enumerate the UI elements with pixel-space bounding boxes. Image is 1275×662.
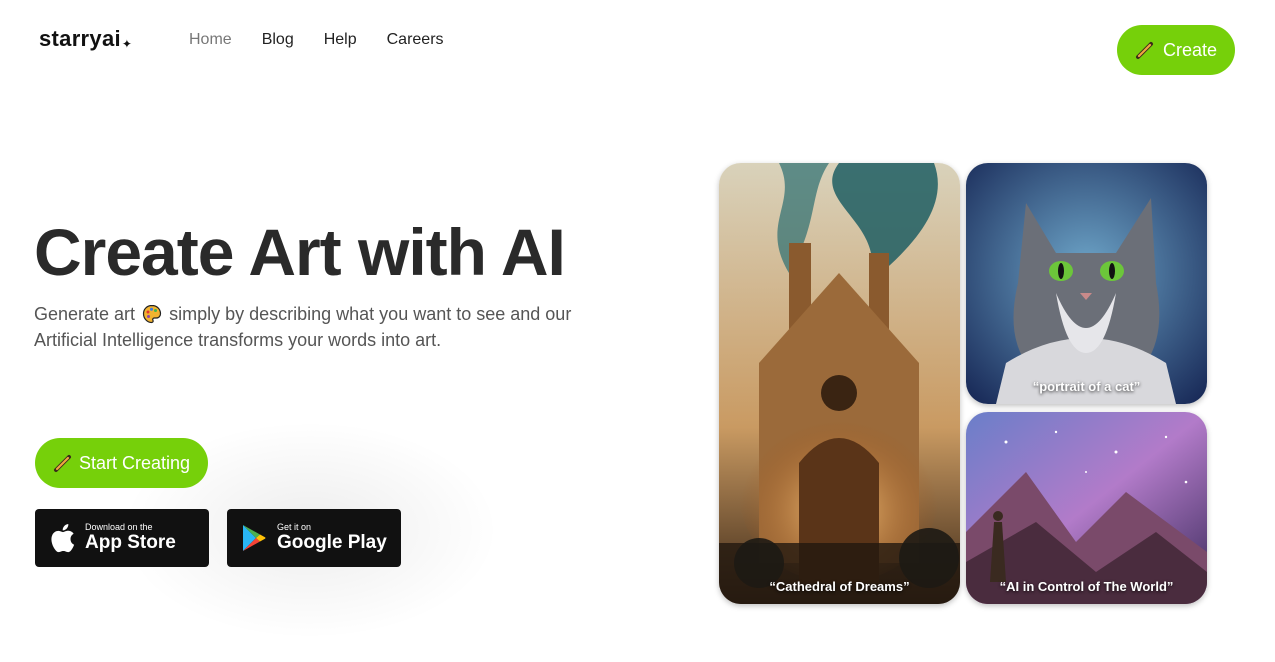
logo[interactable]: starryai✦ (39, 26, 132, 52)
app-store-small: Download on the (85, 522, 153, 532)
start-creating-button[interactable]: Start Creating (35, 438, 208, 488)
nav-home[interactable]: Home (189, 31, 232, 49)
hero-subtitle: Generate art simply by describing what y… (34, 301, 574, 353)
nav-help[interactable]: Help (324, 31, 357, 49)
gallery-card-cathedral[interactable]: “Cathedral of Dreams” (719, 163, 960, 604)
app-store-badge[interactable]: Download on the App Store (35, 509, 209, 567)
app-store-big: App Store (85, 532, 176, 553)
create-button-label: Create (1162, 39, 1218, 60)
google-play-small: Get it on (277, 522, 312, 532)
create-button[interactable]: Create (1117, 25, 1235, 75)
logo-text: starryai (39, 26, 121, 51)
apple-icon (51, 524, 75, 553)
logo-star-icon: ✦ (121, 37, 133, 51)
ai-world-artwork-image (966, 412, 1207, 604)
gallery-card-cat[interactable]: “portrait of a cat” (966, 163, 1207, 404)
google-play-icon (243, 525, 266, 551)
cathedral-artwork-image (719, 163, 960, 604)
palette-emoji-icon (142, 304, 162, 324)
subtitle-part-1: Generate art (34, 304, 136, 324)
main-nav: Home Blog Help Careers (189, 31, 444, 49)
gallery-card-world[interactable]: “AI in Control of The World” (966, 412, 1207, 604)
hero-title: Create Art with AI (34, 215, 566, 289)
cat-portrait-image (966, 163, 1207, 404)
caption-world: “AI in Control of The World” (999, 579, 1174, 594)
caption-cathedral: “Cathedral of Dreams” (769, 579, 910, 594)
paintbrush-icon (1135, 42, 1153, 59)
caption-cat: “portrait of a cat” (1032, 379, 1141, 394)
nav-blog[interactable]: Blog (262, 31, 294, 49)
google-play-big: Google Play (277, 532, 387, 553)
paintbrush-icon (53, 455, 71, 472)
start-creating-label: Start Creating (78, 452, 191, 473)
google-play-badge[interactable]: Get it on Google Play (227, 509, 401, 567)
nav-careers[interactable]: Careers (387, 31, 444, 49)
